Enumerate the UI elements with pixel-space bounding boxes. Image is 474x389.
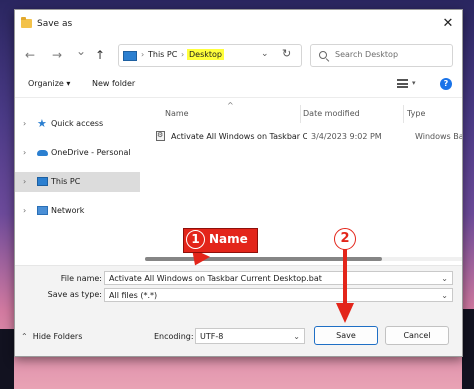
breadcrumb-separator: › [181, 50, 185, 59]
sidebar-item-label: Network [51, 206, 85, 215]
annotation-step-2: 2 [334, 228, 356, 250]
dialog-footer: ⌃ Hide Folders Encoding: UTF-8 ⌄ Save Can… [15, 306, 462, 356]
chevron-right-icon[interactable]: › [23, 148, 26, 157]
batch-file-icon [156, 131, 165, 141]
annotation-label: Name [209, 232, 248, 246]
chevron-down-icon[interactable]: ⌄ [441, 291, 448, 300]
address-bar[interactable]: › This PC › Desktop ⌄ ↻ [118, 44, 302, 67]
annotation-number: 1 [186, 230, 205, 249]
file-name: Activate All Windows on Taskbar Current … [171, 132, 307, 141]
background-tree [462, 309, 474, 389]
annotation-step-1: 1 Name [183, 228, 258, 253]
savetype-value: All files (*.*) [109, 291, 158, 300]
filename-field[interactable]: Activate All Windows on Taskbar Current … [104, 271, 453, 285]
forward-arrow-icon[interactable]: → [52, 48, 62, 62]
up-arrow-icon[interactable]: ↑ [95, 48, 105, 62]
help-icon[interactable]: ? [440, 78, 452, 90]
navigation-bar: ← → ⌄ ↑ › This PC › Desktop ⌄ ↻ Search D… [15, 40, 462, 70]
this-pc-icon [123, 51, 137, 61]
save-as-dialog: Save as ✕ ← → ⌄ ↑ › This PC › Desktop ⌄ … [14, 9, 463, 357]
encoding-select[interactable]: UTF-8 ⌄ [195, 328, 305, 344]
refresh-icon[interactable]: ↻ [282, 47, 291, 60]
chevron-right-icon[interactable]: › [23, 119, 26, 128]
encoding-label: Encoding: [154, 332, 194, 341]
chevron-right-icon[interactable]: › [23, 177, 26, 186]
file-date: 3/4/2023 9:02 PM [311, 132, 382, 141]
cancel-button[interactable]: Cancel [385, 326, 449, 345]
hide-folders-label: Hide Folders [32, 332, 83, 341]
hide-folders-button[interactable]: ⌃ Hide Folders [21, 332, 82, 341]
column-divider[interactable] [403, 105, 404, 123]
search-box[interactable]: Search Desktop [310, 44, 453, 67]
view-options-icon[interactable] [397, 79, 408, 88]
annotation-arrow [343, 249, 347, 307]
cloud-icon [37, 150, 48, 156]
annotation-arrowhead [336, 303, 354, 323]
title-bar: Save as ✕ [15, 10, 462, 38]
back-arrow-icon[interactable]: ← [25, 48, 35, 62]
sidebar-item-quick-access[interactable]: › ★ Quick access [15, 114, 140, 134]
save-form: File name: Activate All Windows on Taskb… [15, 265, 462, 306]
breadcrumb-separator: › [141, 50, 145, 59]
monitor-icon [37, 177, 48, 186]
window-title: Save as [37, 19, 73, 29]
breadcrumb-this-pc[interactable]: This PC [148, 50, 177, 59]
sidebar-item-label: This PC [51, 177, 81, 186]
sidebar-item-onedrive[interactable]: › OneDrive - Personal [15, 143, 140, 163]
chevron-down-icon[interactable]: ⌄ [293, 332, 300, 341]
column-header-date[interactable]: Date modified [303, 109, 360, 118]
breadcrumb-desktop[interactable]: Desktop [187, 49, 224, 60]
star-icon: ★ [37, 117, 47, 130]
address-dropdown-icon[interactable]: ⌄ [261, 49, 269, 59]
sidebar-item-label: Quick access [51, 119, 104, 128]
network-icon [37, 206, 48, 215]
search-input[interactable]: Search Desktop [335, 50, 398, 59]
navigation-pane: › ★ Quick access › OneDrive - Personal ›… [15, 99, 142, 249]
savetype-label: Save as type: [47, 290, 102, 299]
command-bar: Organize ▾ New folder ▾ ? [15, 73, 462, 98]
filename-value: Activate All Windows on Taskbar Current … [109, 274, 322, 283]
recent-locations-chevron-icon[interactable]: ⌄ [76, 44, 86, 58]
column-header-type[interactable]: Type [407, 109, 425, 118]
organize-button[interactable]: Organize ▾ [28, 79, 70, 88]
new-folder-button[interactable]: New folder [92, 79, 135, 88]
background-tree [0, 329, 14, 389]
savetype-select[interactable]: All files (*.*) ⌄ [104, 288, 453, 302]
list-item[interactable]: Activate All Windows on Taskbar Current … [153, 130, 462, 146]
column-header-name[interactable]: Name [165, 109, 189, 118]
sidebar-item-label: OneDrive - Personal [51, 148, 131, 157]
view-options-chevron-icon[interactable]: ▾ [412, 79, 416, 87]
save-button[interactable]: Save [314, 326, 378, 345]
search-icon [319, 51, 327, 59]
sidebar-item-this-pc[interactable]: › This PC [15, 172, 140, 192]
chevron-right-icon[interactable]: › [23, 206, 26, 215]
chevron-up-icon: ⌃ [21, 332, 28, 341]
column-divider[interactable] [300, 105, 301, 123]
filename-label: File name: [60, 274, 102, 283]
sidebar-item-network[interactable]: › Network [15, 201, 140, 221]
close-button[interactable]: ✕ [438, 15, 458, 33]
file-type: Windows Batch File [415, 132, 462, 141]
chevron-down-icon[interactable]: ⌄ [441, 274, 448, 283]
encoding-value: UTF-8 [200, 332, 224, 341]
sort-ascending-icon: ^ [227, 101, 234, 110]
folder-icon [21, 17, 32, 28]
